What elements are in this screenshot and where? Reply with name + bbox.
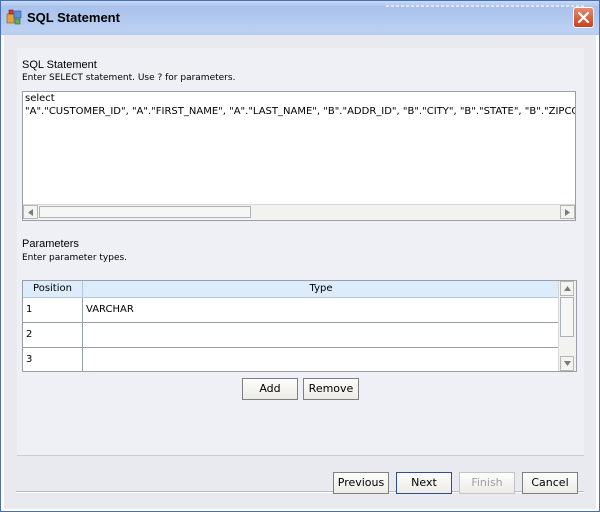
- arrow-left-icon: [28, 209, 33, 216]
- arrow-down-icon: [564, 361, 571, 366]
- position-cell: 3: [23, 348, 83, 371]
- dialog-content: SQL Statement Enter SELECT statement. Us…: [4, 35, 596, 509]
- title-bar-pattern: [386, 5, 586, 7]
- parameters-section-heading: Parameters: [22, 238, 79, 250]
- next-button[interactable]: Next: [396, 472, 452, 494]
- finish-button[interactable]: Finish: [459, 472, 515, 494]
- table-row[interactable]: 2: [23, 323, 559, 348]
- table-row[interactable]: 3: [23, 348, 559, 371]
- wizard-page-panel: SQL Statement Enter SELECT statement. Us…: [17, 48, 584, 456]
- window-title: SQL Statement: [27, 10, 120, 25]
- table-vertical-scrollbar[interactable]: [558, 281, 576, 371]
- scroll-left-button[interactable]: [23, 205, 38, 219]
- sql-horizontal-scrollbar[interactable]: [23, 204, 575, 220]
- sql-section-heading: SQL Statement: [22, 59, 97, 71]
- type-cell[interactable]: [83, 348, 559, 371]
- table-row[interactable]: 1 VARCHAR: [23, 298, 559, 323]
- sql-line: "A"."CUSTOMER_ID", "A"."FIRST_NAME", "A"…: [25, 106, 576, 117]
- sql-line: select: [25, 93, 55, 104]
- title-bar[interactable]: SQL Statement: [1, 1, 599, 35]
- column-header-position[interactable]: Position: [23, 281, 83, 297]
- dialog-window: SQL Statement SQL Statement Enter SELECT…: [0, 0, 600, 512]
- close-icon: [577, 11, 590, 24]
- arrow-right-icon: [565, 209, 570, 216]
- scroll-down-button[interactable]: [560, 356, 574, 371]
- app-icon: [6, 9, 22, 25]
- scroll-right-button[interactable]: [560, 205, 575, 219]
- parameters-table: Position Type 1 VARCHAR 2 3: [22, 280, 577, 372]
- arrow-up-icon: [564, 286, 571, 291]
- previous-button[interactable]: Previous: [333, 472, 389, 494]
- position-cell: 2: [23, 323, 83, 347]
- scroll-thumb[interactable]: [560, 297, 574, 337]
- add-parameter-button[interactable]: Add: [242, 378, 298, 400]
- table-header: Position Type: [23, 281, 559, 298]
- sql-section-description: Enter SELECT statement. Use ? for parame…: [22, 73, 236, 83]
- scroll-up-button[interactable]: [560, 281, 574, 296]
- position-cell: 1: [23, 298, 83, 322]
- type-cell[interactable]: VARCHAR: [83, 298, 559, 322]
- close-button[interactable]: [573, 7, 594, 28]
- parameters-section-description: Enter parameter types.: [22, 253, 128, 263]
- sql-statement-textarea[interactable]: select "A"."CUSTOMER_ID", "A"."FIRST_NAM…: [22, 91, 576, 221]
- cancel-button[interactable]: Cancel: [522, 472, 578, 494]
- type-cell[interactable]: [83, 323, 559, 347]
- remove-parameter-button[interactable]: Remove: [303, 378, 359, 400]
- column-header-type[interactable]: Type: [83, 281, 559, 297]
- scroll-thumb[interactable]: [39, 206, 251, 218]
